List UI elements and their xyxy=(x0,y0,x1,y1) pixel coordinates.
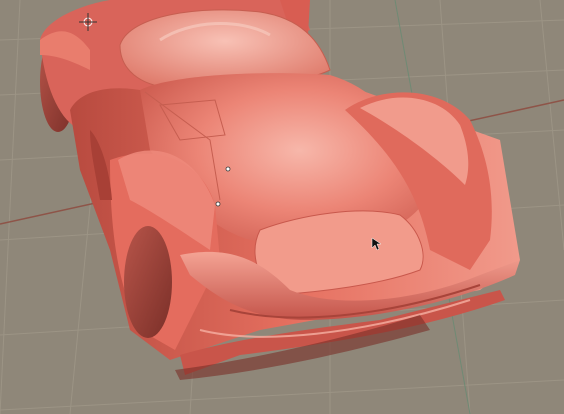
3d-viewport[interactable] xyxy=(0,0,564,414)
vertex-point[interactable] xyxy=(215,201,221,207)
front-left-wheel xyxy=(124,226,172,338)
race-car-model[interactable] xyxy=(40,0,520,380)
viewport-canvas[interactable] xyxy=(0,0,564,414)
vertex-point[interactable] xyxy=(225,166,231,172)
